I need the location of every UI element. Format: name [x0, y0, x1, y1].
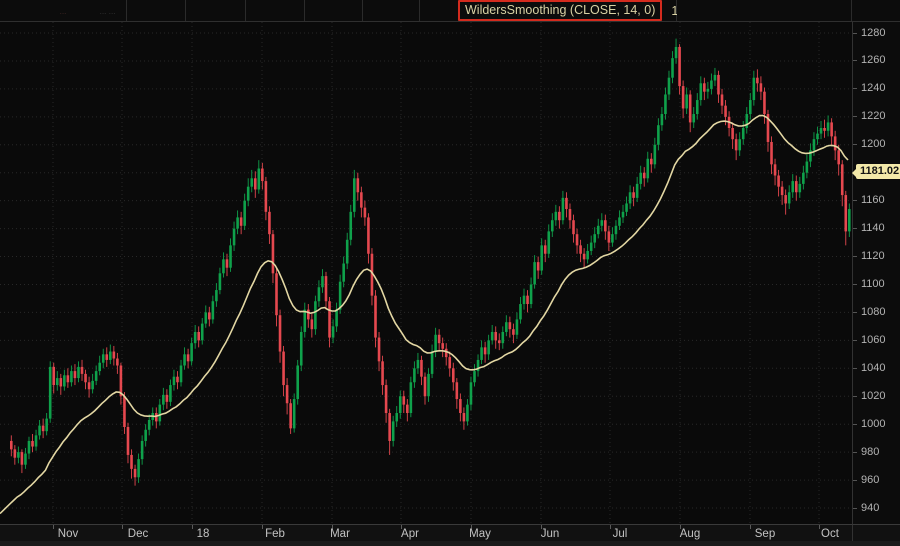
- time-tick: [192, 525, 193, 529]
- price-tick: [853, 368, 857, 369]
- time-tick: [610, 525, 611, 529]
- price-tick: [853, 452, 857, 453]
- active-price-tag: 1181.02: [856, 164, 900, 179]
- month-label-dec: Dec: [128, 528, 148, 540]
- price-tick: [853, 256, 857, 257]
- indicator-cell: WildersSmoothing (CLOSE, 14, 0) 1181.02: [420, 0, 677, 21]
- price-tick: [853, 144, 857, 145]
- time-tick: [122, 525, 123, 529]
- month-label-may: May: [469, 528, 491, 540]
- price-tick-label: 1120: [861, 250, 885, 263]
- month-label-nov: Nov: [58, 528, 78, 540]
- month-label-mar: Mar: [330, 528, 350, 540]
- price-tick: [853, 312, 857, 313]
- price-tick-label: 1160: [861, 194, 885, 207]
- price-tick-label: 1260: [861, 54, 885, 67]
- month-label-aug: Aug: [680, 528, 700, 540]
- indicator-label-chip[interactable]: WildersSmoothing (CLOSE, 14, 0): [458, 0, 662, 21]
- month-label-feb: Feb: [265, 528, 285, 540]
- micro-mark-left: ---: [60, 11, 67, 15]
- top-bar-cell-4[interactable]: [246, 0, 305, 21]
- price-tick: [853, 228, 857, 229]
- axis-corner-cell: [852, 524, 900, 541]
- price-tick: [853, 200, 857, 201]
- price-tick-label: 1080: [861, 306, 885, 319]
- candlestick-plot[interactable]: [0, 22, 852, 524]
- price-tick-label: 1020: [861, 390, 885, 403]
- price-tick: [853, 424, 857, 425]
- price-tick-label: 1280: [861, 27, 885, 40]
- price-tick: [853, 60, 857, 61]
- top-bar-cell-2[interactable]: [127, 0, 186, 21]
- price-tick-label: 980: [861, 446, 879, 459]
- price-tick: [853, 508, 857, 509]
- time-axis[interactable]: Nov Dec 18 Feb Mar Apr May Jun Jul Aug Sep Oct: [0, 524, 852, 541]
- month-label-jun: Jun: [541, 528, 560, 540]
- price-tick-label: 1100: [861, 278, 885, 291]
- month-label-oct: Oct: [821, 528, 839, 540]
- price-tick-label: 1060: [861, 334, 885, 347]
- price-tick: [853, 480, 857, 481]
- price-tick: [853, 88, 857, 89]
- price-tick-label: 1000: [861, 418, 885, 431]
- time-tick: [819, 525, 820, 529]
- month-label-sep: Sep: [755, 528, 775, 540]
- price-tick-label: 940: [861, 502, 879, 515]
- price-tick: [853, 33, 857, 34]
- top-bar-cell-1[interactable]: --- --- ---: [0, 0, 127, 21]
- time-tick: [750, 525, 751, 529]
- top-bar-cell-9: [852, 0, 900, 21]
- price-axis[interactable]: 1181.02 1280 1260 1240 1220 1200 1160 1140 1120…: [852, 22, 900, 524]
- micro-mark-right: --- ---: [100, 11, 116, 15]
- price-tick-label: 1200: [861, 138, 885, 151]
- top-bar: --- --- --- WildersSmoothing (CLOSE, 14,…: [0, 0, 900, 22]
- price-tick-label: 1040: [861, 362, 885, 375]
- bottom-window-strip: [0, 541, 900, 546]
- month-label-18: 18: [197, 528, 210, 540]
- time-tick: [262, 525, 263, 529]
- price-tick-label: 960: [861, 474, 879, 487]
- top-bar-cell-5[interactable]: [305, 0, 363, 21]
- top-bar-cell-8[interactable]: [677, 0, 852, 21]
- month-label-jul: Jul: [613, 528, 628, 540]
- price-tick-label: 1240: [861, 82, 885, 95]
- top-bar-cell-3[interactable]: [186, 0, 246, 21]
- price-tick-label: 1140: [861, 222, 885, 235]
- month-label-apr: Apr: [401, 528, 419, 540]
- chart-canvas[interactable]: [0, 22, 852, 524]
- price-tick: [853, 116, 857, 117]
- top-bar-cell-6[interactable]: [363, 0, 420, 21]
- chart-application-window: --- --- --- WildersSmoothing (CLOSE, 14,…: [0, 0, 900, 546]
- price-tick: [853, 396, 857, 397]
- time-tick: [53, 525, 54, 529]
- price-tick: [853, 284, 857, 285]
- price-tick-label: 1220: [861, 110, 885, 123]
- price-tick: [853, 340, 857, 341]
